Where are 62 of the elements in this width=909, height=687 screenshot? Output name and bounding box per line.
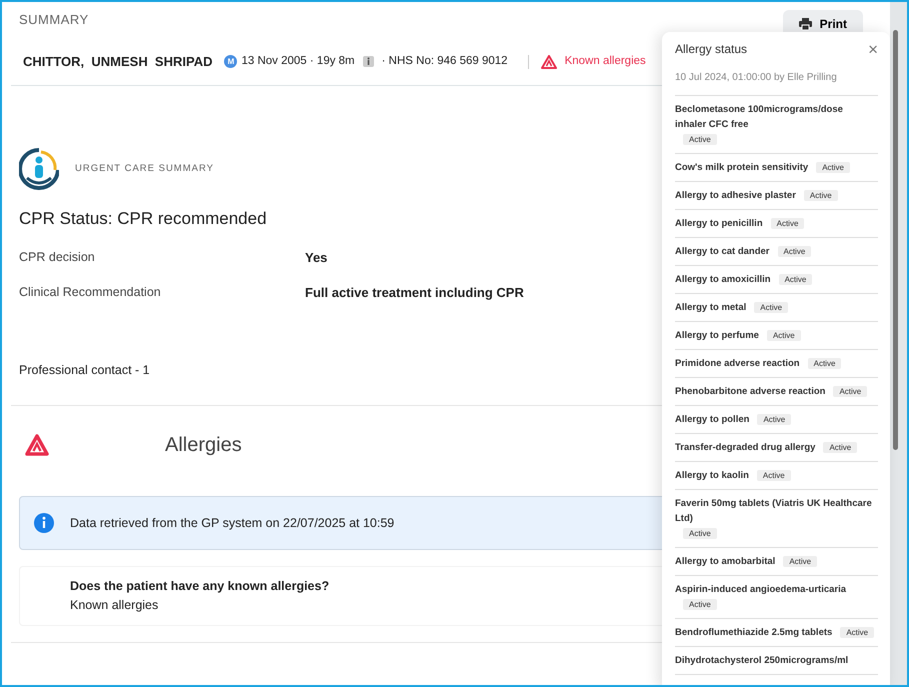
allergy-name: Allergy to penicillin [675, 217, 763, 231]
close-button[interactable]: × [868, 40, 878, 58]
allergy-name: Allergy to kaolin [675, 469, 749, 483]
status-badge: Active [683, 599, 717, 610]
status-badge: Active [823, 442, 858, 453]
allergy-name: Allergy to cat dander [675, 245, 770, 259]
status-badge: Active [766, 330, 801, 341]
cpr-status: CPR Status: CPR recommended [19, 208, 267, 230]
allergy-alert-link[interactable]: Known allergies [564, 52, 646, 70]
allergy-name: Beclometasone 100micrograms/dose inhaler CFC free [675, 103, 844, 132]
status-badge: Active [833, 386, 868, 397]
info-text: Data retrieved from the GP system on 22/07/2025 at 10:59 [70, 514, 394, 532]
popover-title: Allergy status [675, 41, 748, 58]
status-badge: Active [804, 190, 838, 201]
question-text: Does the patient have any known allergies? [70, 578, 330, 596]
section-label: URGENT CARE SUMMARY [75, 162, 214, 176]
status-badge: Active [770, 218, 804, 229]
field-label: CPR decision [19, 248, 96, 266]
info-icon [34, 513, 54, 534]
status-badge: Active [778, 246, 812, 257]
status-badge: Active [808, 358, 842, 369]
contact-count: Professional contact - 1 [19, 362, 150, 378]
status-badge: Active [757, 414, 792, 425]
gender-badge: M [224, 55, 238, 68]
allergy-name: Dihydrotachysterol 250micrograms/ml [675, 654, 848, 668]
status-badge: Active [683, 134, 717, 145]
allergy-name: Primidone adverse reaction [675, 357, 800, 371]
allergy-name: Allergy to pollen [675, 413, 750, 427]
allergy-name: Allergy to metal [675, 301, 746, 315]
allergy-name: Allergy to perfume [675, 329, 759, 343]
warning-icon [540, 54, 557, 68]
field-label: Clinical Recommendation [19, 284, 162, 302]
patient-name: CHITTOR, UNMESH SHRIPAD [23, 52, 212, 71]
page-title: SUMMARY [19, 11, 89, 29]
field-value: Full active treatment including CPR [305, 284, 524, 302]
status-badge: Active [816, 162, 850, 173]
allergy-name: Transfer-degraded drug allergy [675, 441, 816, 455]
answer-text: Known allergies [70, 597, 158, 614]
logo-icon [19, 148, 59, 190]
scrollbar-thumb[interactable] [893, 30, 898, 450]
allergy-name: Allergy to amobarbital [675, 555, 776, 569]
allergy-name: Allergy to amoxicillin [675, 273, 771, 287]
allergy-name: Bendroflumethiazide 2.5mg tablets [675, 626, 832, 640]
status-badge: Active [778, 274, 812, 285]
date-of-birth: 13 Nov 2005 · 19y 8m [241, 54, 355, 69]
warning-icon [25, 434, 49, 456]
nhs-number: · NHS No: 946 569 9012 [382, 54, 508, 69]
allergy-name: Allergy to adhesive plaster [675, 189, 796, 203]
allergy-name: Phenobarbitone adverse reaction [675, 385, 826, 399]
section-title: Allergies [165, 433, 242, 458]
status-badge: Active [756, 470, 791, 481]
status-badge: Active [754, 302, 788, 313]
status-badge: Active [783, 556, 818, 567]
status-badge: Active [683, 528, 717, 539]
status-badge: Active [840, 627, 874, 638]
field-value: Yes [305, 248, 328, 266]
allergy-name: Faverin 50mg tablets (Viatris UK Healthcare Ltd) [675, 497, 873, 526]
recorded-info: 10 Jul 2024, 01:00:00 by Elle Prilling [675, 58, 878, 96]
printer-icon [798, 18, 812, 30]
allergy-name: Aspirin-induced angioedema-urticaria [675, 583, 846, 597]
info-icon [362, 56, 374, 67]
allergy-name: Cow's milk protein sensitivity [675, 161, 808, 175]
